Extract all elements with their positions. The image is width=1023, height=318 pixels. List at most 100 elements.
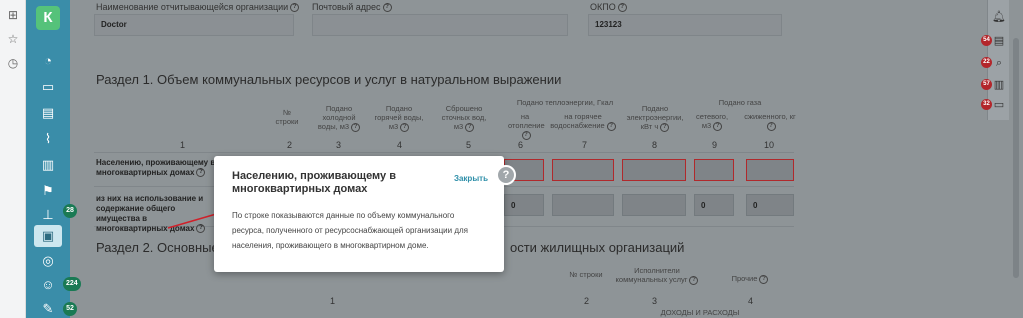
nav-badge: 28 bbox=[63, 204, 77, 218]
help-icon[interactable]: ? bbox=[660, 122, 670, 132]
building-icon[interactable]: ▥ bbox=[992, 78, 1006, 92]
help-icon[interactable]: ? bbox=[196, 168, 206, 178]
heat-heating-input[interactable]: 0 bbox=[504, 194, 544, 216]
column-number: 8 bbox=[652, 140, 658, 150]
nav-clipboard-icon[interactable]: ▤ bbox=[34, 102, 62, 124]
column-header: № строки bbox=[569, 270, 603, 279]
apps-grid-icon[interactable]: ⊞ bbox=[6, 8, 20, 22]
nav-edit-icon[interactable]: ✎ bbox=[34, 298, 62, 318]
column-number: 4 bbox=[397, 140, 403, 150]
section2-title: Раздел 2. Основные bbox=[96, 240, 219, 255]
help-icon[interactable]: ? bbox=[196, 224, 206, 234]
nav-badge: 52 bbox=[63, 302, 77, 316]
history-clock-icon[interactable]: ◷ bbox=[6, 56, 20, 70]
column-number: 3 bbox=[652, 296, 658, 306]
column-header: № строки bbox=[275, 108, 299, 126]
nav-coin-icon[interactable]: ◎ bbox=[34, 250, 62, 272]
nav-dashboard-icon[interactable]: ◔ bbox=[34, 50, 62, 72]
help-icon[interactable]: ? bbox=[606, 121, 616, 131]
table-row-label: из них на использование и содержание общ… bbox=[96, 194, 216, 234]
heat-hotwater-input[interactable] bbox=[552, 194, 614, 216]
column-number: 6 bbox=[518, 140, 524, 150]
heat-hotwater-input[interactable] bbox=[552, 159, 614, 181]
column-header: сжиженного, кг? bbox=[744, 112, 796, 131]
help-icon[interactable]: ? bbox=[400, 122, 410, 132]
gas-network-input[interactable]: 0 bbox=[694, 194, 734, 216]
column-header: на отопление? bbox=[508, 112, 545, 140]
clipboard-icon[interactable]: ▤ bbox=[992, 34, 1006, 48]
heat-group-header: Подано теплоэнергии, Гкал bbox=[516, 98, 614, 107]
section1-title: Раздел 1. Объем коммунальных ресурсов и … bbox=[96, 72, 562, 87]
org-field[interactable]: Doctor bbox=[94, 14, 294, 36]
nav-flag-icon[interactable]: ⚑ bbox=[34, 180, 62, 202]
column-header: Исполнители коммунальных услуг? bbox=[612, 266, 702, 285]
column-header: сетевого, м3? bbox=[695, 112, 729, 131]
help-icon[interactable]: ? bbox=[766, 121, 776, 131]
help-icon[interactable]: ? bbox=[382, 3, 392, 13]
org-label: Наименование отчитывающейся организации? bbox=[96, 2, 300, 13]
browser-rail: ⊞ ☆ ◷ bbox=[0, 0, 26, 318]
column-number: 1 bbox=[180, 140, 186, 150]
gas-group-header: Подано газа bbox=[718, 98, 762, 107]
column-number: 10 bbox=[764, 140, 775, 150]
gas-network-input[interactable] bbox=[694, 159, 734, 181]
help-icon[interactable]: ? bbox=[713, 121, 723, 131]
bell-icon[interactable]: 🔔︎ bbox=[992, 10, 1006, 24]
column-header: Подано электроэнергии, кВт ч? bbox=[626, 104, 684, 132]
nav-org-icon[interactable]: ⊥ bbox=[34, 204, 62, 226]
help-icon[interactable]: ? bbox=[351, 122, 361, 132]
nav-reports-icon[interactable]: ▣ bbox=[34, 225, 62, 247]
app-logo[interactable]: К bbox=[36, 6, 60, 30]
okpo-field[interactable]: 123123 bbox=[588, 14, 782, 36]
column-number: 4 bbox=[748, 296, 754, 306]
notification-badge: 54 bbox=[981, 35, 992, 46]
close-button[interactable]: Закрыть bbox=[454, 174, 488, 183]
electricity-input[interactable] bbox=[622, 194, 686, 216]
column-header: Прочие? bbox=[720, 274, 780, 284]
column-number: 2 bbox=[287, 140, 293, 150]
column-number: 7 bbox=[582, 140, 588, 150]
nav-users-icon[interactable]: ☺ bbox=[34, 274, 62, 296]
column-number: 3 bbox=[336, 140, 342, 150]
scrollbar[interactable] bbox=[1013, 38, 1019, 278]
okpo-label: ОКПО? bbox=[590, 2, 627, 13]
nav-chart-icon[interactable]: ⌇ bbox=[34, 128, 62, 150]
column-number: 5 bbox=[466, 140, 472, 150]
help-icon[interactable]: ? bbox=[521, 130, 531, 140]
subsection-header: ДОХОДЫ И РАСХОДЫ bbox=[660, 308, 740, 317]
table-divider bbox=[94, 152, 794, 153]
nav-wallet-icon[interactable]: ▭ bbox=[34, 76, 62, 98]
column-header: Подано холодной воды, м3? bbox=[316, 104, 362, 132]
gas-liquid-input[interactable] bbox=[746, 159, 794, 181]
column-number: 2 bbox=[584, 296, 590, 306]
column-number: 9 bbox=[712, 140, 718, 150]
notification-badge: 32 bbox=[981, 99, 992, 110]
popup-body: По строке показываются данные по объему … bbox=[232, 211, 468, 250]
section2-title-tail: ости жилищных организаций bbox=[510, 240, 685, 255]
address-field[interactable] bbox=[312, 14, 568, 36]
notification-badge: 22 bbox=[981, 57, 992, 68]
app-sidebar: К ◔ ▭ ▤ ⌇ ▥ ⚑ ⊥ ▣ ◎ ☺ ✎ bbox=[26, 0, 70, 318]
help-icon[interactable]: ? bbox=[689, 275, 699, 285]
table-row-label: Населению, проживающему в многоквартирны… bbox=[96, 158, 216, 178]
electricity-input[interactable] bbox=[622, 159, 686, 181]
nav-building-icon[interactable]: ▥ bbox=[34, 154, 62, 176]
help-icon[interactable]: ? bbox=[290, 3, 300, 13]
chat-icon[interactable]: ▭ bbox=[992, 98, 1006, 112]
column-header: Сброшено сточных вод, м3? bbox=[441, 104, 487, 132]
search-list-icon[interactable]: ⌕ bbox=[992, 56, 1006, 70]
popup-title: Населению, проживающему в многоквартирны… bbox=[232, 170, 396, 195]
star-icon[interactable]: ☆ bbox=[6, 32, 20, 46]
help-icon[interactable]: ? bbox=[465, 122, 475, 132]
help-icon[interactable]: ? bbox=[759, 274, 769, 284]
gas-liquid-input[interactable]: 0 bbox=[746, 194, 794, 216]
help-question-icon[interactable]: ? bbox=[496, 165, 516, 185]
column-number: 1 bbox=[330, 296, 336, 306]
address-label: Почтовый адрес? bbox=[312, 2, 392, 13]
column-header: Подано горячей воды, м3? bbox=[374, 104, 424, 132]
column-header: на горячее водоснабжение? bbox=[550, 112, 616, 131]
help-popup: Населению, проживающему в многоквартирны… bbox=[214, 156, 504, 272]
help-icon[interactable]: ? bbox=[617, 3, 627, 13]
notification-badge: 57 bbox=[981, 79, 992, 90]
nav-badge: 224 bbox=[63, 277, 81, 291]
